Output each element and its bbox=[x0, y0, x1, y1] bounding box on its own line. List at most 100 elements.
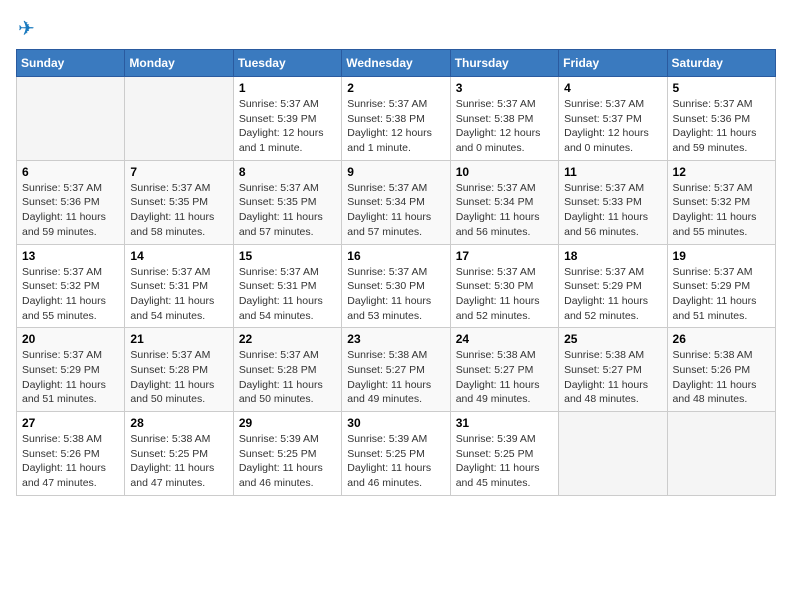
day-detail: Sunrise: 5:37 AM Sunset: 5:31 PM Dayligh… bbox=[130, 265, 227, 324]
calendar-week-5: 27 Sunrise: 5:38 AM Sunset: 5:26 PM Dayli… bbox=[17, 412, 776, 496]
day-detail: Sunrise: 5:38 AM Sunset: 5:27 PM Dayligh… bbox=[564, 348, 661, 407]
day-number: 28 bbox=[130, 416, 227, 430]
calendar-header-friday: Friday bbox=[559, 50, 667, 77]
day-detail: Sunrise: 5:37 AM Sunset: 5:32 PM Dayligh… bbox=[673, 181, 770, 240]
day-detail: Sunrise: 5:38 AM Sunset: 5:26 PM Dayligh… bbox=[673, 348, 770, 407]
day-number: 24 bbox=[456, 332, 553, 346]
day-number: 22 bbox=[239, 332, 336, 346]
calendar-cell: 20 Sunrise: 5:37 AM Sunset: 5:29 PM Dayli… bbox=[17, 328, 125, 412]
day-number: 16 bbox=[347, 249, 444, 263]
day-detail: Sunrise: 5:37 AM Sunset: 5:28 PM Dayligh… bbox=[239, 348, 336, 407]
day-detail: Sunrise: 5:39 AM Sunset: 5:25 PM Dayligh… bbox=[239, 432, 336, 491]
calendar-week-3: 13Sunrise: 5:37 AM Sunset: 5:32 PM Dayli… bbox=[17, 244, 776, 328]
calendar-cell: 28 Sunrise: 5:38 AM Sunset: 5:25 PM Dayli… bbox=[125, 412, 233, 496]
day-number: 11 bbox=[564, 165, 661, 179]
day-number: 3 bbox=[456, 81, 553, 95]
day-number: 15 bbox=[239, 249, 336, 263]
day-detail: Sunrise: 5:39 AM Sunset: 5:25 PM Dayligh… bbox=[456, 432, 553, 491]
calendar-cell: 8Sunrise: 5:37 AM Sunset: 5:35 PM Daylig… bbox=[233, 160, 341, 244]
day-detail: Sunrise: 5:38 AM Sunset: 5:25 PM Dayligh… bbox=[130, 432, 227, 491]
calendar-cell bbox=[125, 77, 233, 161]
calendar-header-thursday: Thursday bbox=[450, 50, 558, 77]
calendar-week-1: 1 Sunrise: 5:37 AM Sunset: 5:39 PM Daylig… bbox=[17, 77, 776, 161]
day-number: 20 bbox=[22, 332, 119, 346]
day-detail: Sunrise: 5:38 AM Sunset: 5:26 PM Dayligh… bbox=[22, 432, 119, 491]
day-detail: Sunrise: 5:37 AM Sunset: 5:29 PM Dayligh… bbox=[673, 265, 770, 324]
day-detail: Sunrise: 5:37 AM Sunset: 5:29 PM Dayligh… bbox=[564, 265, 661, 324]
calendar-cell: 7Sunrise: 5:37 AM Sunset: 5:35 PM Daylig… bbox=[125, 160, 233, 244]
day-detail: Sunrise: 5:37 AM Sunset: 5:30 PM Dayligh… bbox=[456, 265, 553, 324]
day-detail: Sunrise: 5:39 AM Sunset: 5:25 PM Dayligh… bbox=[347, 432, 444, 491]
day-number: 21 bbox=[130, 332, 227, 346]
calendar-table: SundayMondayTuesdayWednesdayThursdayFrid… bbox=[16, 49, 776, 496]
day-detail: Sunrise: 5:37 AM Sunset: 5:34 PM Dayligh… bbox=[347, 181, 444, 240]
calendar-header-saturday: Saturday bbox=[667, 50, 775, 77]
calendar-cell: 14 Sunrise: 5:37 AM Sunset: 5:31 PM Dayli… bbox=[125, 244, 233, 328]
calendar-cell: 11 Sunrise: 5:37 AM Sunset: 5:33 PM Dayli… bbox=[559, 160, 667, 244]
day-number: 29 bbox=[239, 416, 336, 430]
day-detail: Sunrise: 5:37 AM Sunset: 5:31 PM Dayligh… bbox=[239, 265, 336, 324]
calendar-cell: 6 Sunrise: 5:37 AM Sunset: 5:36 PM Daylig… bbox=[17, 160, 125, 244]
day-number: 19 bbox=[673, 249, 770, 263]
calendar-header-sunday: Sunday bbox=[17, 50, 125, 77]
day-number: 30 bbox=[347, 416, 444, 430]
logo-bird-icon: ✈ bbox=[18, 16, 35, 41]
day-detail: Sunrise: 5:38 AM Sunset: 5:27 PM Dayligh… bbox=[456, 348, 553, 407]
calendar-cell bbox=[17, 77, 125, 161]
calendar-cell bbox=[667, 412, 775, 496]
day-detail: Sunrise: 5:37 AM Sunset: 5:29 PM Dayligh… bbox=[22, 348, 119, 407]
day-number: 27 bbox=[22, 416, 119, 430]
calendar-cell: 15 Sunrise: 5:37 AM Sunset: 5:31 PM Dayli… bbox=[233, 244, 341, 328]
calendar-cell: 13Sunrise: 5:37 AM Sunset: 5:32 PM Dayli… bbox=[17, 244, 125, 328]
calendar-header-monday: Monday bbox=[125, 50, 233, 77]
day-number: 17 bbox=[456, 249, 553, 263]
day-detail: Sunrise: 5:37 AM Sunset: 5:39 PM Dayligh… bbox=[239, 97, 336, 156]
day-number: 12 bbox=[673, 165, 770, 179]
day-number: 13 bbox=[22, 249, 119, 263]
calendar-cell bbox=[559, 412, 667, 496]
calendar-cell: 26 Sunrise: 5:38 AM Sunset: 5:26 PM Dayli… bbox=[667, 328, 775, 412]
day-number: 26 bbox=[673, 332, 770, 346]
calendar-cell: 4Sunrise: 5:37 AM Sunset: 5:37 PM Daylig… bbox=[559, 77, 667, 161]
day-number: 2 bbox=[347, 81, 444, 95]
calendar-cell: 25 Sunrise: 5:38 AM Sunset: 5:27 PM Dayli… bbox=[559, 328, 667, 412]
calendar-cell: 3 Sunrise: 5:37 AM Sunset: 5:38 PM Daylig… bbox=[450, 77, 558, 161]
header: ✈ bbox=[16, 16, 776, 41]
day-detail: Sunrise: 5:37 AM Sunset: 5:36 PM Dayligh… bbox=[673, 97, 770, 156]
calendar-week-2: 6 Sunrise: 5:37 AM Sunset: 5:36 PM Daylig… bbox=[17, 160, 776, 244]
day-detail: Sunrise: 5:37 AM Sunset: 5:38 PM Dayligh… bbox=[456, 97, 553, 156]
day-number: 5 bbox=[673, 81, 770, 95]
calendar-cell: 12 Sunrise: 5:37 AM Sunset: 5:32 PM Dayli… bbox=[667, 160, 775, 244]
calendar-header-row: SundayMondayTuesdayWednesdayThursdayFrid… bbox=[17, 50, 776, 77]
calendar-cell: 27 Sunrise: 5:38 AM Sunset: 5:26 PM Dayli… bbox=[17, 412, 125, 496]
calendar-cell: 31Sunrise: 5:39 AM Sunset: 5:25 PM Dayli… bbox=[450, 412, 558, 496]
calendar-cell: 21 Sunrise: 5:37 AM Sunset: 5:28 PM Dayli… bbox=[125, 328, 233, 412]
day-detail: Sunrise: 5:37 AM Sunset: 5:36 PM Dayligh… bbox=[22, 181, 119, 240]
day-number: 1 bbox=[239, 81, 336, 95]
day-detail: Sunrise: 5:37 AM Sunset: 5:34 PM Dayligh… bbox=[456, 181, 553, 240]
logo: ✈ bbox=[16, 16, 35, 41]
calendar-cell: 18Sunrise: 5:37 AM Sunset: 5:29 PM Dayli… bbox=[559, 244, 667, 328]
calendar-cell: 1 Sunrise: 5:37 AM Sunset: 5:39 PM Daylig… bbox=[233, 77, 341, 161]
day-number: 8 bbox=[239, 165, 336, 179]
day-detail: Sunrise: 5:38 AM Sunset: 5:27 PM Dayligh… bbox=[347, 348, 444, 407]
calendar-cell: 23 Sunrise: 5:38 AM Sunset: 5:27 PM Dayli… bbox=[342, 328, 450, 412]
day-number: 6 bbox=[22, 165, 119, 179]
calendar-cell: 30 Sunrise: 5:39 AM Sunset: 5:25 PM Dayli… bbox=[342, 412, 450, 496]
calendar-cell: 16 Sunrise: 5:37 AM Sunset: 5:30 PM Dayli… bbox=[342, 244, 450, 328]
calendar-cell: 2 Sunrise: 5:37 AM Sunset: 5:38 PM Daylig… bbox=[342, 77, 450, 161]
day-number: 14 bbox=[130, 249, 227, 263]
day-detail: Sunrise: 5:37 AM Sunset: 5:38 PM Dayligh… bbox=[347, 97, 444, 156]
calendar-cell: 29 Sunrise: 5:39 AM Sunset: 5:25 PM Dayli… bbox=[233, 412, 341, 496]
day-number: 25 bbox=[564, 332, 661, 346]
day-detail: Sunrise: 5:37 AM Sunset: 5:33 PM Dayligh… bbox=[564, 181, 661, 240]
day-number: 10 bbox=[456, 165, 553, 179]
day-detail: Sunrise: 5:37 AM Sunset: 5:28 PM Dayligh… bbox=[130, 348, 227, 407]
day-number: 23 bbox=[347, 332, 444, 346]
calendar-body: 1 Sunrise: 5:37 AM Sunset: 5:39 PM Daylig… bbox=[17, 77, 776, 496]
day-number: 7 bbox=[130, 165, 227, 179]
day-detail: Sunrise: 5:37 AM Sunset: 5:30 PM Dayligh… bbox=[347, 265, 444, 324]
day-number: 4 bbox=[564, 81, 661, 95]
calendar-cell: 10 Sunrise: 5:37 AM Sunset: 5:34 PM Dayli… bbox=[450, 160, 558, 244]
calendar-header-wednesday: Wednesday bbox=[342, 50, 450, 77]
